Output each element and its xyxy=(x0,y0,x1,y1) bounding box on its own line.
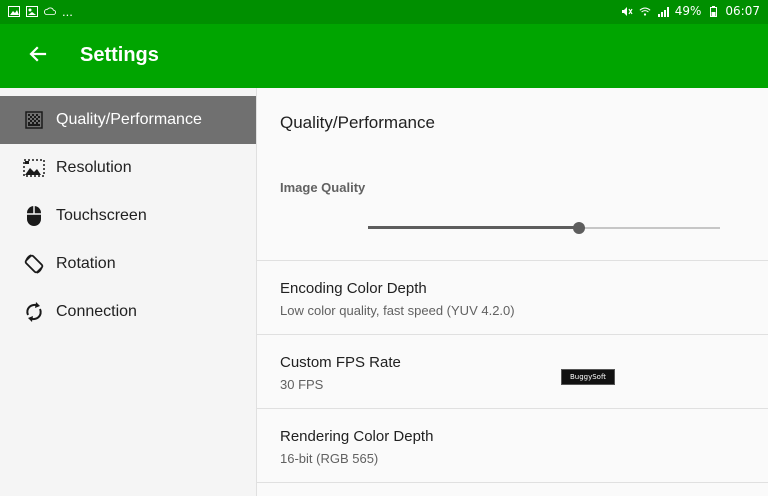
sidebar-item-label: Rotation xyxy=(56,255,116,272)
slider-fill xyxy=(368,226,580,229)
image-quality-label: Image Quality xyxy=(280,180,366,195)
pref-title: Rendering Color Depth xyxy=(280,428,434,445)
wifi-icon xyxy=(639,6,651,17)
signal-icon xyxy=(657,6,669,17)
battery-icon xyxy=(707,5,719,17)
section-title: Quality/Performance xyxy=(280,113,435,132)
divider xyxy=(257,482,768,483)
pref-encoding-color-depth[interactable]: Encoding Color Depth Low color quality, … xyxy=(257,261,768,335)
pref-summary: Low color quality, fast speed (YUV 4.2.0… xyxy=(280,303,515,318)
image-quality-slider[interactable] xyxy=(368,220,720,236)
page-title: Settings xyxy=(80,44,159,66)
pref-title: Encoding Color Depth xyxy=(280,280,427,297)
sidebar-item-label: Connection xyxy=(56,303,137,320)
slider-thumb[interactable] xyxy=(573,222,586,234)
pref-title: Custom FPS Rate xyxy=(280,354,401,371)
back-button[interactable] xyxy=(22,40,54,72)
sidebar-item-quality-performance[interactable]: Quality/Performance xyxy=(0,96,256,144)
battery-percent: 49% xyxy=(674,4,702,18)
watermark-logo: BuggySoft xyxy=(561,369,615,385)
cloud-icon xyxy=(44,6,56,17)
status-bar: ... 49% 06:07 xyxy=(0,0,768,24)
image-icon xyxy=(8,6,20,17)
mouse-icon xyxy=(22,204,46,228)
clock: 06:07 xyxy=(725,4,760,18)
rotation-icon xyxy=(22,252,46,276)
sidebar: Quality/Performance Resolution Touchscre… xyxy=(0,88,257,496)
gallery-icon xyxy=(26,6,38,17)
pref-summary: 30 FPS xyxy=(280,377,324,392)
app-bar: Settings xyxy=(0,24,768,88)
sidebar-item-label: Quality/Performance xyxy=(56,111,202,128)
settings-panel: Quality/Performance Image Quality Encodi… xyxy=(257,88,768,496)
pref-custom-fps-rate[interactable]: Custom FPS Rate 30 FPS xyxy=(257,335,768,409)
mute-icon xyxy=(621,6,633,17)
more-indicator: ... xyxy=(62,4,73,19)
sidebar-item-label: Touchscreen xyxy=(56,207,147,224)
sidebar-item-touchscreen[interactable]: Touchscreen xyxy=(0,192,256,240)
sidebar-item-label: Resolution xyxy=(56,159,132,176)
pref-summary: 16-bit (RGB 565) xyxy=(280,451,379,466)
sync-icon xyxy=(22,300,46,324)
resolution-icon xyxy=(22,156,46,180)
sidebar-item-resolution[interactable]: Resolution xyxy=(0,144,256,192)
sidebar-item-rotation[interactable]: Rotation xyxy=(0,240,256,288)
status-right-icons: 49% 06:07 xyxy=(621,4,760,18)
quality-icon xyxy=(22,108,46,132)
pref-rendering-color-depth[interactable]: Rendering Color Depth 16-bit (RGB 565) xyxy=(257,409,768,483)
sidebar-item-connection[interactable]: Connection xyxy=(0,288,256,336)
arrow-left-icon xyxy=(29,42,47,70)
status-left-icons: ... xyxy=(8,4,73,19)
